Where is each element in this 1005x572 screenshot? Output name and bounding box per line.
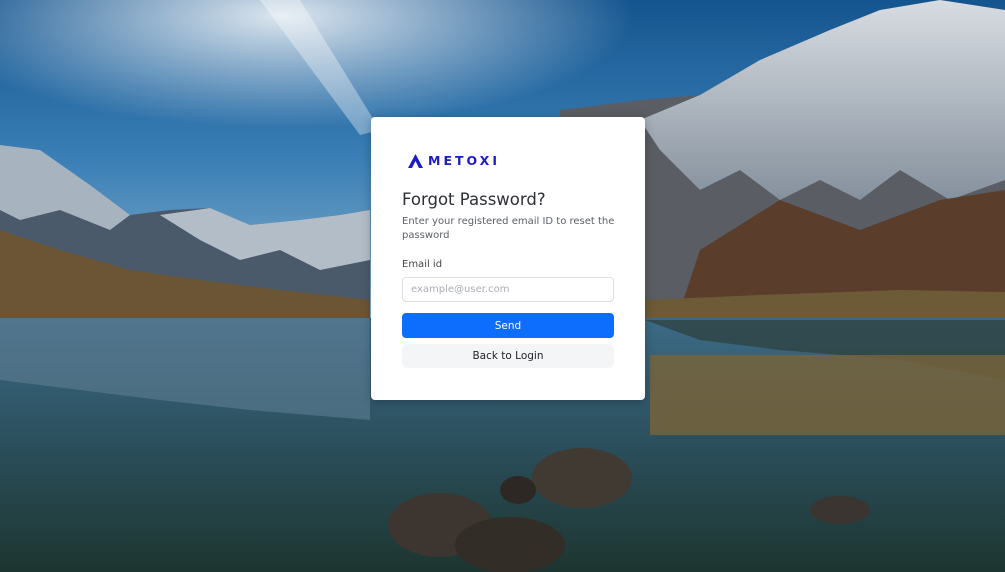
brand-logo: METOXI [408,153,500,168]
email-label: Email id [402,259,443,270]
forgot-password-card: METOXI Forgot Password? Enter your regis… [371,117,645,400]
brand-name: METOXI [428,153,500,168]
send-button[interactable]: Send [402,313,614,338]
page-title: Forgot Password? [402,190,546,209]
page-background: METOXI Forgot Password? Enter your regis… [0,0,1005,572]
page-subtitle: Enter your registered email ID to reset … [402,216,615,241]
back-to-login-button[interactable]: Back to Login [402,344,614,368]
metoxi-logo-icon [408,153,423,168]
email-input[interactable] [402,277,614,302]
